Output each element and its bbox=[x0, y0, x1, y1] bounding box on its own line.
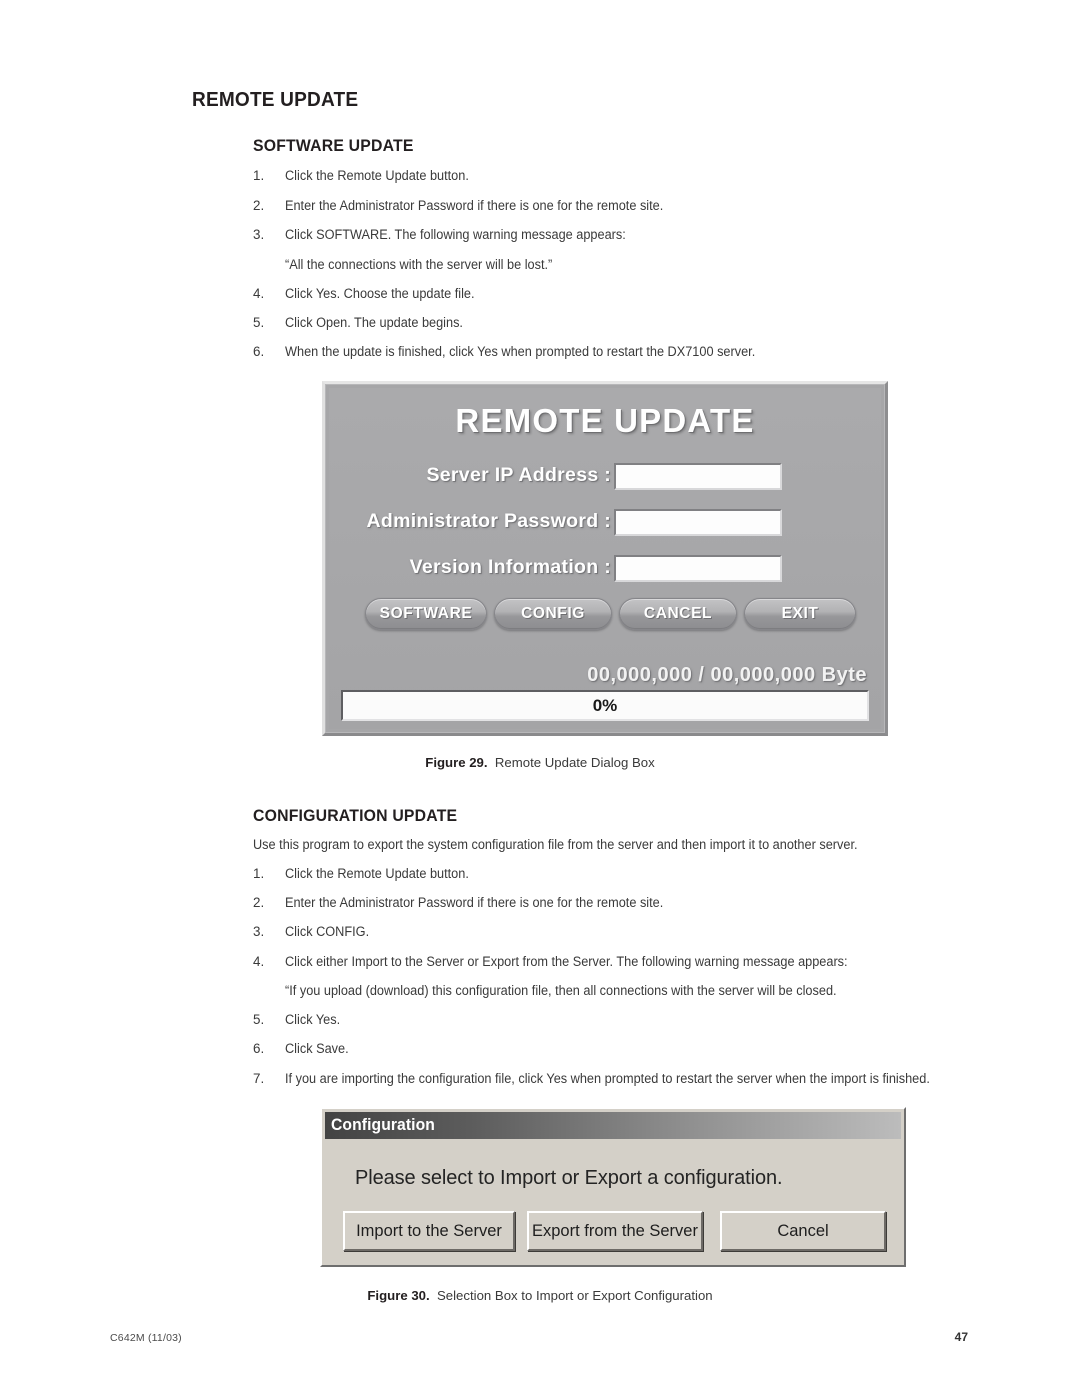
config-button[interactable]: CONFIG bbox=[494, 598, 612, 630]
figure-30-caption-text: Selection Box to Import or Export Config… bbox=[437, 1288, 713, 1303]
field-row-version-information: Version Information : bbox=[329, 555, 881, 586]
list-item: Enter the Administrator Password if ther… bbox=[285, 895, 664, 910]
list-item: Click Open. The update begins. bbox=[285, 315, 463, 330]
section-heading-software-update: SOFTWARE UPDATE bbox=[253, 136, 414, 155]
list-number: 6. bbox=[253, 1041, 265, 1056]
remote-update-dialog-body: REMOTE UPDATE Server IP Address : Admini… bbox=[329, 388, 881, 729]
figure-29-label: Figure 29. bbox=[425, 755, 488, 770]
administrator-password-label: Administrator Password : bbox=[366, 510, 611, 532]
footer-document-code: C642M (11/03) bbox=[110, 1332, 182, 1344]
list-number: 3. bbox=[253, 924, 265, 939]
list-item: Click either Import to the Server or Exp… bbox=[285, 954, 848, 969]
list-item: When the update is finished, click Yes w… bbox=[285, 344, 756, 359]
software-button[interactable]: SOFTWARE bbox=[365, 598, 487, 630]
export-from-server-button[interactable]: Export from the Server bbox=[527, 1211, 703, 1251]
configuration-dialog: Configuration Please select to Import or… bbox=[320, 1107, 906, 1267]
list-item: Click SOFTWARE. The following warning me… bbox=[285, 227, 626, 242]
field-row-server-ip: Server IP Address : bbox=[329, 463, 881, 494]
administrator-password-input[interactable] bbox=[614, 509, 782, 536]
list-number: 6. bbox=[253, 344, 265, 359]
list-number: 5. bbox=[253, 315, 265, 330]
exit-button[interactable]: EXIT bbox=[744, 598, 856, 630]
page-title: REMOTE UPDATE bbox=[192, 88, 359, 111]
list-item: Click Yes. Choose the update file. bbox=[285, 286, 475, 301]
server-ip-label: Server IP Address : bbox=[426, 464, 611, 486]
list-item: Click Yes. bbox=[285, 1012, 341, 1027]
list-number: 2. bbox=[253, 198, 265, 213]
import-to-server-button[interactable]: Import to the Server bbox=[343, 1211, 515, 1251]
remote-update-dialog: REMOTE UPDATE Server IP Address : Admini… bbox=[322, 381, 888, 736]
warning-quote: “All the connections with the server wil… bbox=[285, 257, 553, 272]
list-number: 1. bbox=[253, 168, 265, 183]
list-item: Click the Remote Update button. bbox=[285, 168, 469, 183]
list-number: 1. bbox=[253, 866, 265, 881]
list-item: Click CONFIG. bbox=[285, 924, 370, 939]
list-number: 7. bbox=[253, 1071, 265, 1086]
figure-29-caption-text: Remote Update Dialog Box bbox=[494, 755, 655, 770]
list-number: 4. bbox=[253, 954, 265, 969]
configuration-dialog-titlebar: Configuration bbox=[325, 1112, 901, 1139]
warning-quote: “If you upload (download) this configura… bbox=[285, 983, 837, 998]
cancel-button[interactable]: CANCEL bbox=[619, 598, 737, 630]
figure-29-caption: Figure 29. Remote Update Dialog Box bbox=[0, 755, 1080, 770]
list-item: Click Save. bbox=[285, 1041, 349, 1056]
list-number: 5. bbox=[253, 1012, 265, 1027]
configuration-dialog-title: Configuration bbox=[331, 1116, 435, 1134]
document-page: REMOTE UPDATE SOFTWARE UPDATE 1. Click t… bbox=[0, 0, 1080, 1397]
list-number: 3. bbox=[253, 227, 265, 242]
figure-30-caption: Figure 30. Selection Box to Import or Ex… bbox=[0, 1288, 1080, 1303]
footer-page-number: 47 bbox=[954, 1330, 968, 1344]
remote-update-dialog-title: REMOTE UPDATE bbox=[455, 402, 755, 439]
version-information-input[interactable] bbox=[614, 555, 782, 582]
list-number: 2. bbox=[253, 895, 265, 910]
list-item: Click the Remote Update button. bbox=[285, 866, 469, 881]
configuration-dialog-message: Please select to Import or Export a conf… bbox=[355, 1167, 783, 1189]
byte-counter-label: 00,000,000 / 00,000,000 Byte bbox=[587, 664, 867, 686]
field-row-administrator-password: Administrator Password : bbox=[329, 509, 881, 540]
section-heading-configuration-update: CONFIGURATION UPDATE bbox=[253, 806, 458, 825]
server-ip-input[interactable] bbox=[614, 463, 782, 490]
list-item: Enter the Administrator Password if ther… bbox=[285, 198, 664, 213]
progress-bar-label: 0% bbox=[592, 695, 618, 715]
version-information-label: Version Information : bbox=[409, 556, 611, 578]
progress-bar: 0% bbox=[341, 690, 869, 721]
list-number: 4. bbox=[253, 286, 265, 301]
list-item: If you are importing the configuration f… bbox=[285, 1071, 930, 1086]
configuration-update-intro: Use this program to export the system co… bbox=[253, 837, 858, 852]
figure-30-label: Figure 30. bbox=[367, 1288, 430, 1303]
cancel-button[interactable]: Cancel bbox=[720, 1211, 886, 1251]
